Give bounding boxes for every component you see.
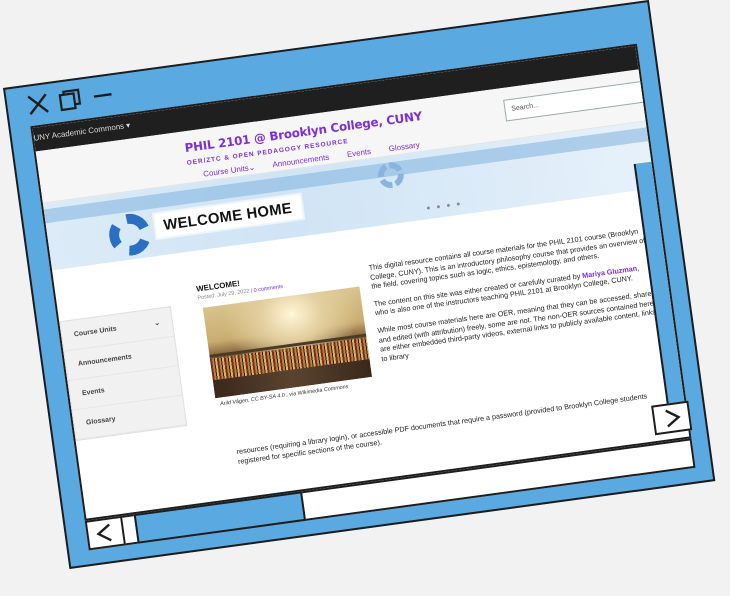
browser-window-illustration: CUNY Academic Commons ▾ Search... PHIL 2… [3,0,716,569]
slider-dots[interactable]: ● ● ● ● [426,200,463,212]
scroll-right-button[interactable] [651,400,693,436]
sidebar-menu: Course Units ⌄ Announcements Events Glos… [59,306,188,442]
nav-item-events[interactable]: Events [346,147,371,159]
webpage-viewport: CUNY Academic Commons ▾ Search... PHIL 2… [30,43,692,521]
sidebar-item-label: Course Units [73,325,118,339]
minimize-icon[interactable] [90,83,115,108]
scroll-left-button[interactable] [84,515,126,551]
post-body: This digital resource contains all cours… [368,225,663,371]
chevron-down-icon[interactable]: ⌄ [154,319,161,328]
library-photo [202,286,372,399]
gear-icon [106,211,154,259]
chevron-left-icon [96,523,112,542]
close-icon[interactable] [26,92,51,117]
restore-icon[interactable] [57,87,83,112]
nav-item-glossary[interactable]: Glossary [388,140,420,153]
search-input[interactable]: Search... [503,78,663,122]
chevron-right-icon [665,409,681,428]
comments-link[interactable]: 0 comments [253,284,283,294]
